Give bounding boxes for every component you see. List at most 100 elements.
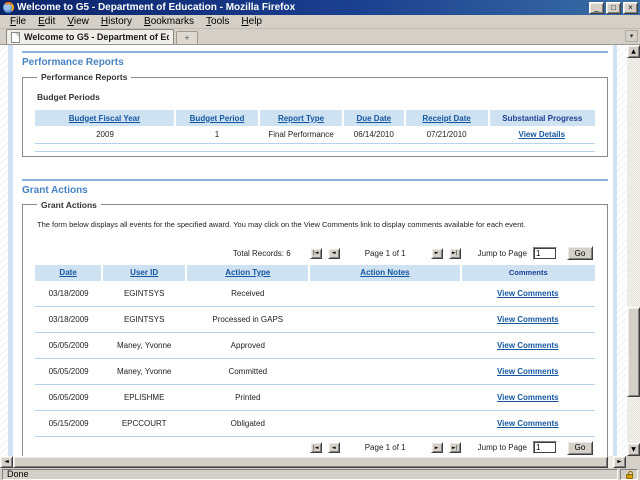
security-panel[interactable] — [620, 469, 638, 480]
table-row: 2009 1 Final Performance 06/14/2010 07/2… — [35, 126, 595, 143]
tab-active[interactable]: Welcome to G5 - Department of Edu... — [6, 29, 174, 44]
horizontal-scroll-thumb[interactable] — [13, 456, 608, 468]
tab-bar: Welcome to G5 - Department of Edu... + ▾ — [0, 29, 640, 45]
sort-budget-period[interactable]: Budget Period — [190, 114, 245, 123]
budget-periods-label: Budget Periods — [37, 92, 595, 102]
next-page-button[interactable]: ► — [431, 248, 443, 259]
horizontal-scrollbar[interactable]: ◄ ► — [0, 456, 640, 468]
title-bar: Welcome to G5 - Department of Education … — [0, 0, 640, 15]
table-row: 05/05/2009 Maney, Yvonne Committed View … — [35, 359, 595, 385]
view-comments-link[interactable]: View Comments — [497, 289, 559, 298]
menu-help[interactable]: Help — [235, 16, 268, 27]
cell-action-type: Processed in GAPS — [186, 307, 309, 333]
cell-action-type: Committed — [186, 359, 309, 385]
grant-actions-legend: Grant Actions — [37, 200, 101, 210]
menu-file[interactable]: File — [4, 16, 32, 27]
performance-reports-fieldset: Performance Reports Budget Periods Budge… — [22, 72, 608, 157]
table-row: 05/15/2009 EPCCOURT Obligated View Comme… — [35, 411, 595, 437]
cell-date: 03/18/2009 — [35, 281, 102, 307]
menu-history[interactable]: History — [95, 16, 138, 27]
cell-action-notes — [309, 385, 460, 411]
cell-user-id: Maney, Yvonne — [102, 359, 186, 385]
sort-receipt-date[interactable]: Receipt Date — [422, 114, 470, 123]
section-divider — [22, 51, 608, 53]
menu-edit[interactable]: Edit — [32, 16, 61, 27]
sort-user-id[interactable]: User ID — [130, 268, 158, 277]
sort-action-notes[interactable]: Action Notes — [360, 268, 409, 277]
vertical-scrollbar[interactable]: ▲ ▼ — [627, 45, 640, 456]
first-page-button[interactable]: |◄ — [310, 442, 322, 453]
restore-button[interactable]: □ — [606, 2, 621, 14]
go-button[interactable]: Go — [567, 441, 593, 455]
jump-to-page-label: Jump to Page — [478, 443, 527, 452]
cell-date: 03/18/2009 — [35, 307, 102, 333]
vertical-scroll-thumb[interactable] — [627, 307, 640, 397]
view-comments-link[interactable]: View Comments — [497, 341, 559, 350]
cell-action-type: Approved — [186, 333, 309, 359]
last-page-button[interactable]: ►| — [449, 248, 461, 259]
next-page-button[interactable]: ► — [431, 442, 443, 453]
performance-reports-heading: Performance Reports — [22, 57, 613, 68]
window-controls: _ □ × — [589, 2, 638, 14]
sort-date[interactable]: Date — [59, 268, 76, 277]
sort-due-date[interactable]: Due Date — [356, 114, 391, 123]
list-tabs-button[interactable]: ▾ — [625, 30, 638, 42]
cell-date: 05/05/2009 — [35, 359, 102, 385]
section-divider — [22, 179, 608, 181]
grant-actions-table: Date User ID Action Type Action Notes Co… — [35, 265, 595, 438]
scroll-up-button[interactable]: ▲ — [627, 45, 640, 58]
page-content: Performance Reports Performance Reports … — [13, 45, 613, 456]
sort-budget-fiscal-year[interactable]: Budget Fiscal Year — [69, 114, 140, 123]
menu-bookmarks[interactable]: Bookmarks — [138, 16, 200, 27]
grant-actions-fieldset: Grant Actions The form below displays al… — [22, 200, 608, 457]
cell-date: 05/05/2009 — [35, 333, 102, 359]
browser-window: Welcome to G5 - Department of Education … — [0, 0, 640, 480]
page-indicator: Page 1 of 1 — [365, 249, 406, 258]
page-icon — [11, 32, 20, 43]
view-comments-link[interactable]: View Comments — [497, 367, 559, 376]
jump-to-page-input[interactable] — [533, 247, 557, 260]
menu-view[interactable]: View — [61, 16, 95, 27]
go-button[interactable]: Go — [567, 246, 593, 260]
sort-report-type[interactable]: Report Type — [278, 114, 324, 123]
sort-action-type[interactable]: Action Type — [225, 268, 270, 277]
status-bar: Done — [0, 468, 640, 480]
page-indicator: Page 1 of 1 — [365, 443, 406, 452]
view-comments-link[interactable]: View Comments — [497, 315, 559, 324]
previous-page-button[interactable]: ◄ — [328, 248, 340, 259]
cell-action-notes — [309, 281, 460, 307]
table-row: 05/05/2009 EPLISHME Printed View Comment… — [35, 385, 595, 411]
page-margin-right — [617, 45, 627, 456]
cell-action-notes — [309, 307, 460, 333]
content-viewport: Performance Reports Performance Reports … — [0, 45, 640, 456]
last-page-button[interactable]: ►| — [449, 442, 461, 453]
cell-action-notes — [309, 333, 460, 359]
minimize-button[interactable]: _ — [589, 2, 604, 14]
table-header-row: Budget Fiscal Year Budget Period Report … — [35, 110, 595, 126]
view-details-link[interactable]: View Details — [519, 130, 566, 139]
view-comments-link[interactable]: View Comments — [497, 393, 559, 402]
new-tab-button[interactable]: + — [176, 31, 198, 44]
table-header-row: Date User ID Action Type Action Notes Co… — [35, 265, 595, 281]
menu-tools[interactable]: Tools — [200, 16, 235, 27]
cell-action-notes — [309, 359, 460, 385]
cell-date: 05/15/2009 — [35, 411, 102, 437]
budget-periods-table: Budget Fiscal Year Budget Period Report … — [35, 110, 595, 152]
comments-header: Comments — [509, 268, 548, 277]
view-comments-link[interactable]: View Comments — [497, 419, 559, 428]
cell-action-type: Obligated — [186, 411, 309, 437]
vertical-scroll-track[interactable] — [627, 58, 640, 443]
scroll-down-button[interactable]: ▼ — [627, 443, 640, 456]
spacer-row — [35, 143, 595, 151]
page-margin-left — [0, 45, 8, 456]
jump-to-page-input[interactable] — [533, 441, 557, 454]
cell-action-type: Received — [186, 281, 309, 307]
pagination-bottom: |◄ ◄ Page 1 of 1 ► ►| Jump to Page Go — [35, 439, 593, 456]
scroll-right-button[interactable]: ► — [613, 456, 626, 468]
cell-budget-fiscal-year: 2009 — [35, 126, 175, 143]
firefox-icon — [3, 2, 14, 13]
close-button[interactable]: × — [623, 2, 638, 14]
first-page-button[interactable]: |◄ — [310, 248, 322, 259]
previous-page-button[interactable]: ◄ — [328, 442, 340, 453]
scroll-left-button[interactable]: ◄ — [0, 456, 13, 468]
